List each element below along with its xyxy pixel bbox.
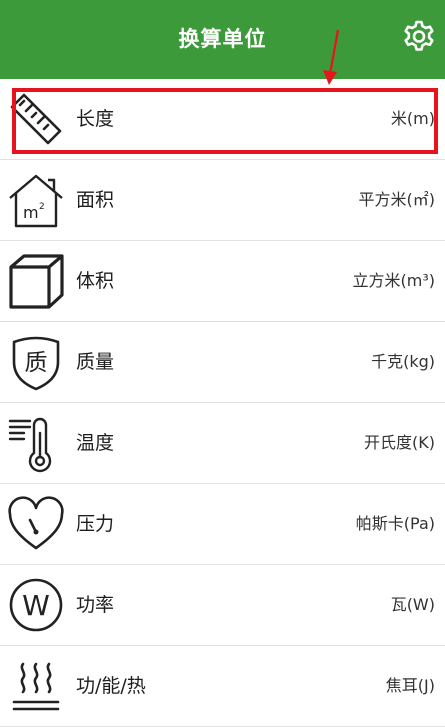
list-item-label: 面积 (76, 189, 115, 211)
list-item-label: 温度 (76, 432, 115, 454)
list-item-energy[interactable]: 功/能/热 焦耳(J) (0, 646, 445, 727)
app-header: 换算单位 (0, 0, 445, 79)
list-item-area[interactable]: m 2 面积 平方米(㎡) (0, 160, 445, 241)
pressure-heart-gauge-icon (8, 496, 64, 550)
list-item-unit: 平方米(㎡) (358, 190, 436, 209)
unit-list: 长度 米(m) m 2 面积 平方米(㎡) 体积 立方米(m³) 质 质量 千克… (0, 79, 445, 727)
area-house-icon: m 2 (9, 174, 63, 228)
list-item-pressure[interactable]: 压力 帕斯卡(Pa) (0, 484, 445, 565)
page-title: 换算单位 (178, 27, 267, 51)
list-item-label: 体积 (76, 270, 115, 292)
svg-text:W: W (22, 589, 50, 622)
list-item-unit: 立方米(m³) (352, 271, 436, 290)
list-item-label: 功/能/热 (76, 675, 146, 697)
svg-text:m: m (23, 203, 39, 222)
svg-text:质: 质 (25, 350, 48, 376)
list-item-unit: 瓦(W) (390, 595, 435, 614)
list-item-label: 功率 (76, 594, 115, 616)
power-w-icon: W (9, 578, 63, 632)
list-item-power[interactable]: W 功率 瓦(W) (0, 565, 445, 646)
list-item-unit: 帕斯卡(Pa) (355, 514, 435, 533)
svg-text:2: 2 (39, 202, 45, 212)
list-item-label: 质量 (76, 351, 115, 373)
ruler-icon (10, 93, 62, 145)
cube-icon (9, 254, 64, 309)
mass-shield-icon: 质 (12, 336, 60, 391)
list-item-mass[interactable]: 质 质量 千克(kg) (0, 322, 445, 403)
annotation-arrow-icon (323, 29, 340, 85)
list-item-unit: 焦耳(J) (385, 676, 435, 695)
list-item-temperature[interactable]: 温度 开氏度(K) (0, 403, 445, 484)
list-item-length[interactable]: 长度 米(m) (0, 79, 445, 160)
list-item-volume[interactable]: 体积 立方米(m³) (0, 241, 445, 322)
list-item-unit: 开氏度(K) (364, 433, 435, 452)
list-item-label: 压力 (76, 513, 115, 535)
list-item-unit: 千克(kg) (371, 352, 435, 371)
list-item-unit: 米(m) (390, 109, 435, 128)
list-item-label: 长度 (76, 108, 115, 130)
thermometer-icon (8, 417, 52, 473)
gear-icon[interactable] (399, 18, 439, 58)
heat-waves-icon (12, 662, 60, 711)
